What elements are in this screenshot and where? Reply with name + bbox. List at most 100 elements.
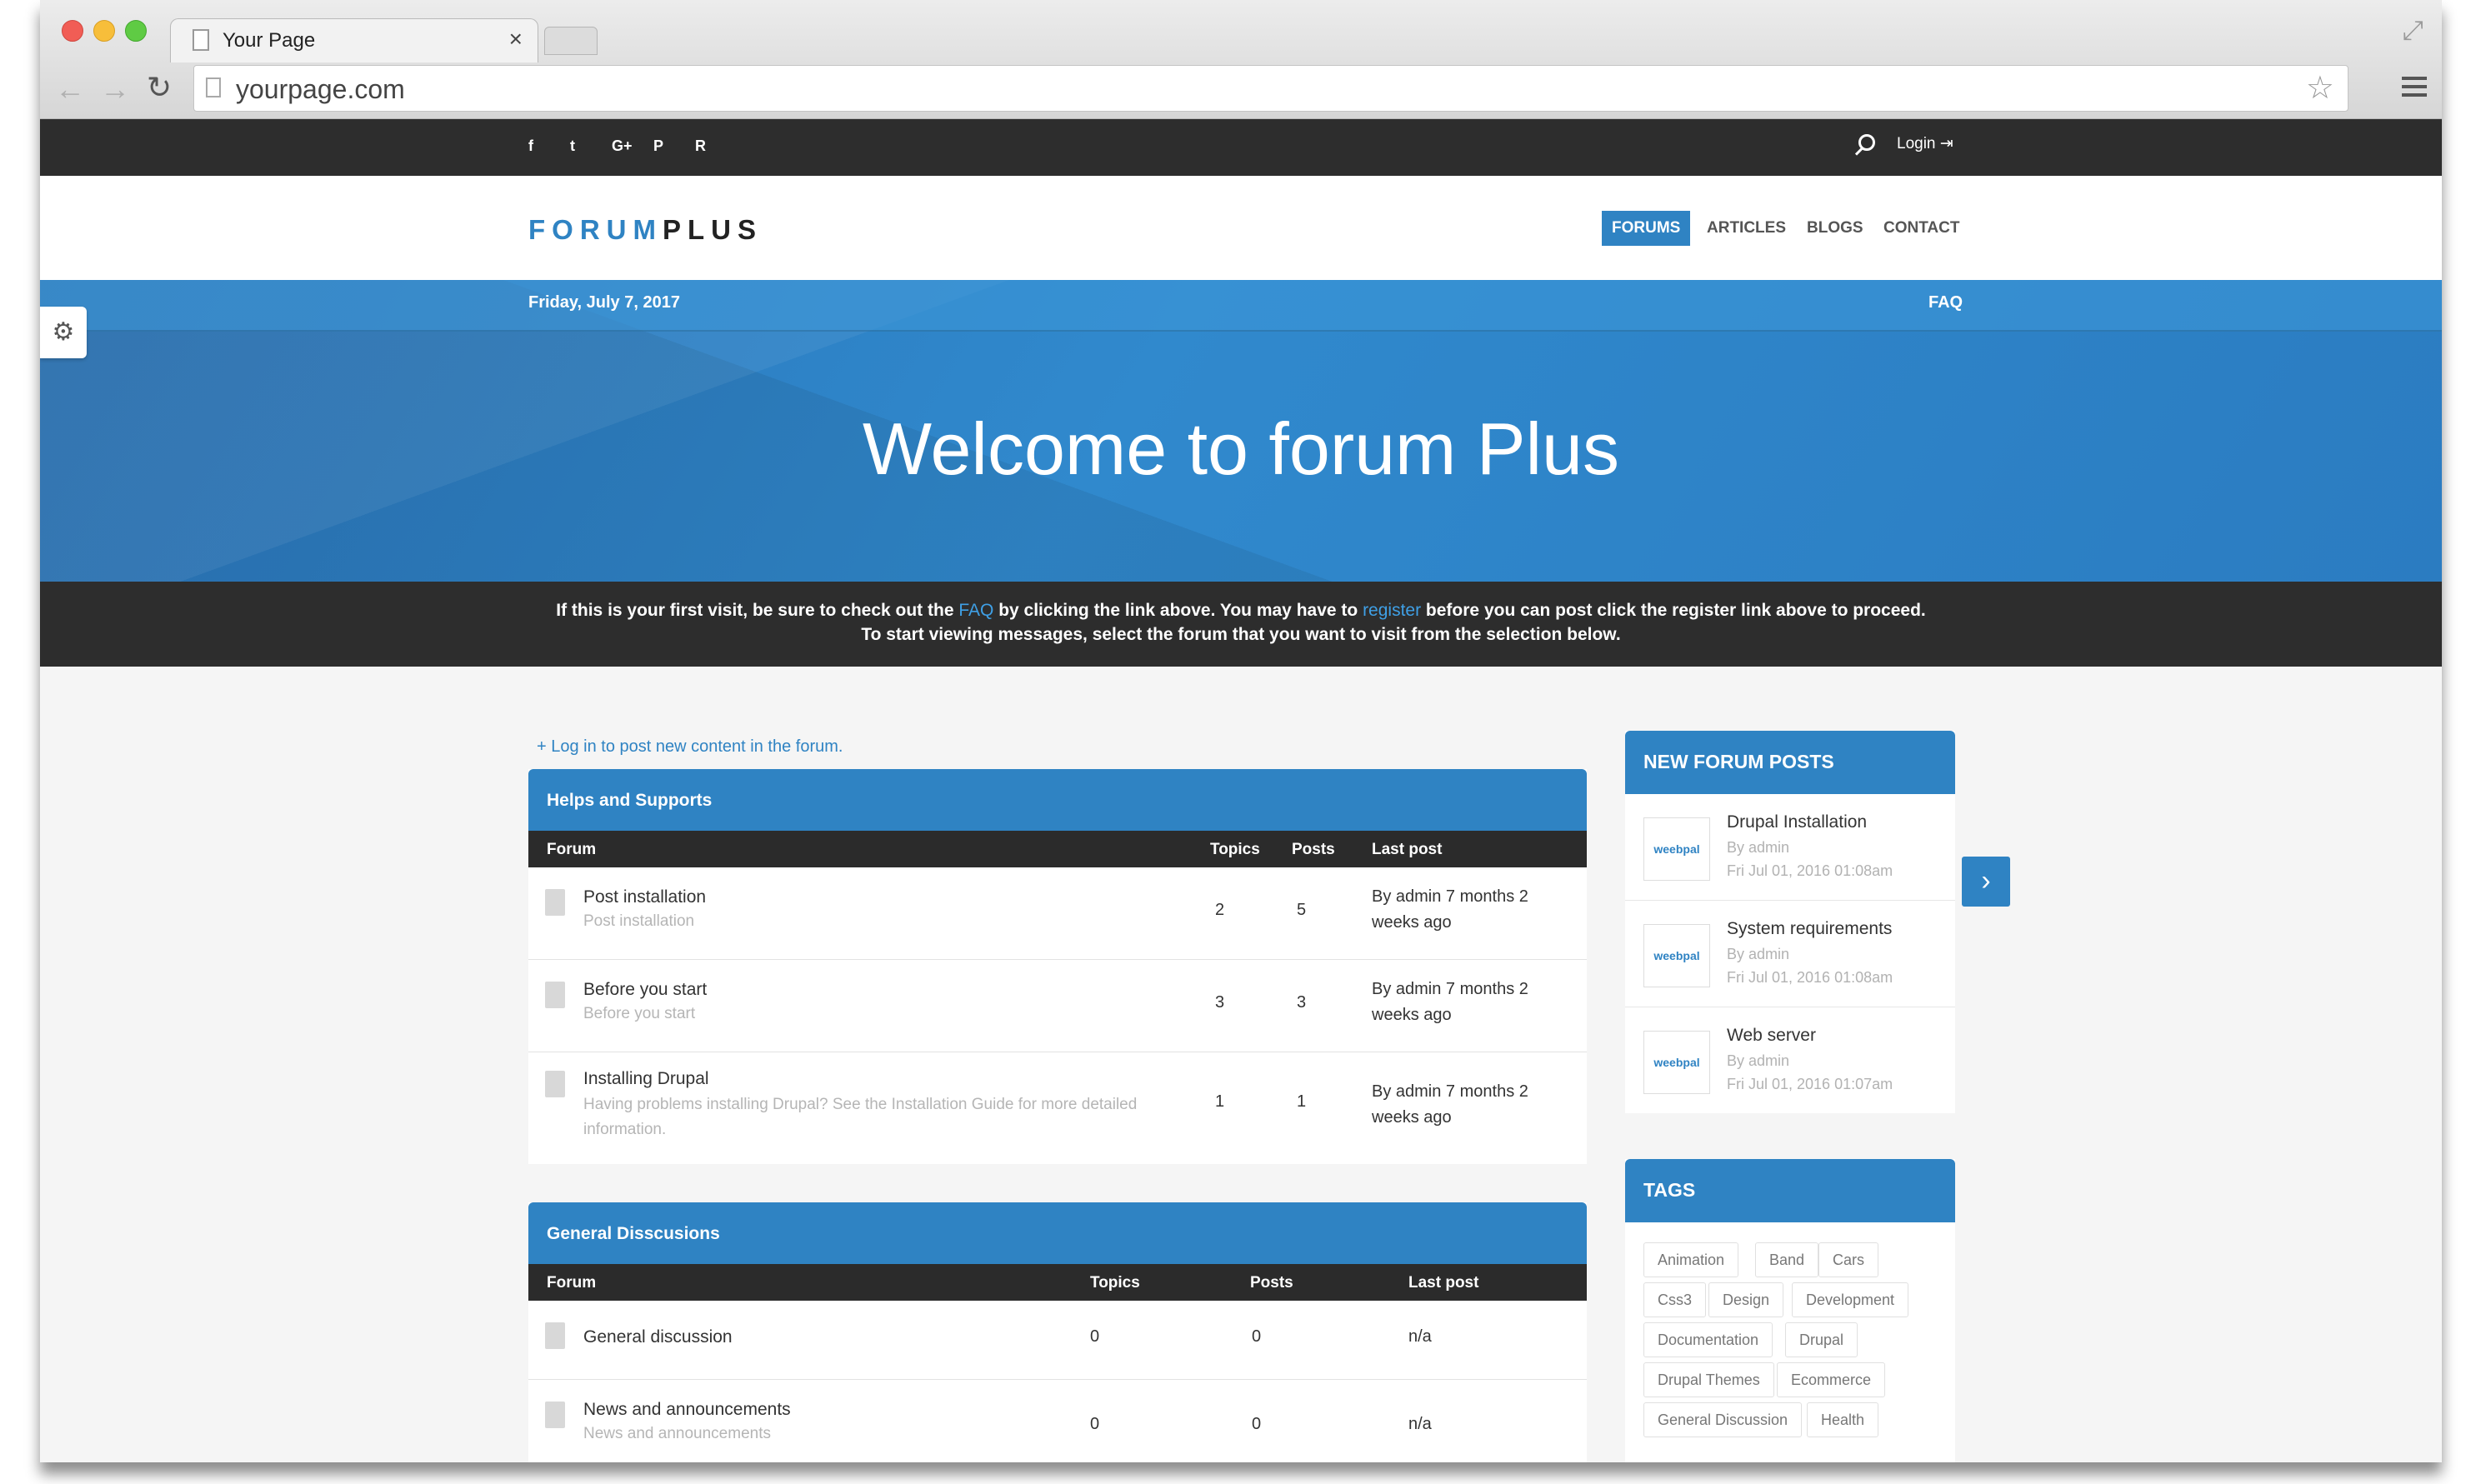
topics-count: 1: [1215, 1092, 1225, 1111]
last-post-line2: weeks ago: [1372, 1006, 1452, 1024]
tag-band[interactable]: Band: [1755, 1242, 1819, 1277]
new-tab-button[interactable]: [544, 27, 598, 55]
tag-documentation[interactable]: Documentation: [1643, 1322, 1773, 1357]
browser-tab[interactable]: Your Page ×: [170, 18, 538, 62]
nav-contact[interactable]: CONTACT: [1883, 219, 1959, 237]
gear-icon[interactable]: ⚙: [40, 307, 87, 358]
site-logo[interactable]: FORUMPLUS: [528, 214, 763, 246]
widget-header: TAGS: [1625, 1159, 1955, 1222]
last-post: By admin 7 months 2 weeks ago: [1372, 977, 1528, 1028]
topics-count: 2: [1215, 901, 1225, 919]
table-row[interactable]: News and announcements News and announce…: [528, 1380, 1587, 1462]
minimize-window-button[interactable]: [93, 20, 115, 42]
forum-section-general: General Disscusions Forum Topics Posts L…: [528, 1202, 1587, 1462]
widget-title: NEW FORUM POSTS: [1643, 751, 1834, 772]
rss-icon[interactable]: R: [695, 137, 706, 155]
posts-count: 0: [1252, 1327, 1262, 1346]
close-window-button[interactable]: [62, 20, 83, 42]
post-title[interactable]: Web server: [1727, 1026, 1816, 1046]
nav-articles[interactable]: ARTICLES: [1707, 219, 1786, 237]
last-post-line2: weeks ago: [1372, 1108, 1452, 1127]
chevron-right-icon[interactable]: ›: [1962, 857, 2010, 907]
section-title: Helps and Supports: [547, 791, 713, 810]
twitter-icon[interactable]: t: [570, 137, 575, 155]
forum-doc-icon: [545, 1402, 565, 1428]
faq-link[interactable]: FAQ: [1928, 293, 1963, 312]
posts-count: 3: [1297, 993, 1307, 1012]
post-thumbnail: weebpal: [1643, 924, 1710, 987]
col-last-post: Last post: [1408, 1274, 1479, 1292]
forum-title[interactable]: Post installation: [583, 887, 706, 907]
notice-text: before you can post click the register l…: [1421, 601, 1926, 620]
forum-title[interactable]: Installing Drupal: [583, 1069, 709, 1089]
post-thumbnail: weebpal: [1643, 1031, 1710, 1094]
section-header: General Disscusions: [528, 1202, 1587, 1264]
forum-title[interactable]: News and announcements: [583, 1400, 791, 1420]
table-row[interactable]: Installing Drupal Having problems instal…: [528, 1052, 1587, 1164]
forum-desc: Post installation: [583, 912, 695, 930]
table-row[interactable]: General discussion 0 0 n/a: [528, 1301, 1587, 1380]
notice-text: If this is your first visit, be sure to …: [556, 601, 959, 620]
posts-count: 0: [1252, 1415, 1262, 1433]
new-forum-posts-widget: NEW FORUM POSTS weebpal Drupal Installat…: [1625, 731, 1955, 1113]
list-item[interactable]: weebpal System requirements By admin Fri…: [1625, 901, 1955, 1007]
fullscreen-icon[interactable]: ⤢: [2402, 15, 2423, 47]
nav-blogs[interactable]: BLOGS: [1807, 219, 1863, 237]
tag-general-discussion[interactable]: General Discussion: [1643, 1402, 1803, 1437]
zoom-window-button[interactable]: [125, 20, 147, 42]
date-bar: Friday, July 7, 2017 FAQ: [40, 280, 2442, 332]
list-item[interactable]: weebpal Drupal Installation By admin Fri…: [1625, 794, 1955, 901]
search-icon[interactable]: [1858, 134, 1875, 151]
table-row[interactable]: Post installation Post installation 2 5 …: [528, 867, 1587, 960]
notice-register-link[interactable]: register: [1363, 601, 1421, 620]
forum-doc-icon: [545, 1322, 565, 1349]
widget-header: NEW FORUM POSTS: [1625, 731, 1955, 794]
col-topics: Topics: [1090, 1274, 1140, 1292]
tab-close-icon[interactable]: ×: [509, 26, 523, 52]
login-to-post-link[interactable]: + Log in to post new content in the foru…: [537, 737, 843, 757]
last-post: By admin 7 months 2 weeks ago: [1372, 884, 1528, 936]
welcome-notice: If this is your first visit, be sure to …: [40, 582, 2442, 667]
browser-menu-icon[interactable]: [2402, 77, 2427, 97]
bookmark-star-icon[interactable]: ☆: [2306, 69, 2334, 107]
page-icon: [193, 29, 209, 51]
last-post: n/a: [1408, 1327, 1432, 1346]
nav-forums[interactable]: FORUMS: [1602, 211, 1691, 246]
forward-arrow-icon[interactable]: →: [100, 72, 130, 107]
forum-title[interactable]: Before you start: [583, 980, 707, 1000]
tag-cars[interactable]: Cars: [1818, 1242, 1879, 1277]
tag-ecommerce[interactable]: Ecommerce: [1777, 1362, 1886, 1397]
topics-count: 0: [1090, 1327, 1100, 1346]
tag-health[interactable]: Health: [1807, 1402, 1879, 1437]
post-thumbnail: weebpal: [1643, 817, 1710, 881]
list-item[interactable]: weebpal Web server By admin Fri Jul 01, …: [1625, 1007, 1955, 1113]
last-post-line2: weeks ago: [1372, 913, 1452, 932]
reload-icon[interactable]: ↻: [147, 70, 172, 105]
post-title[interactable]: System requirements: [1727, 919, 1892, 939]
notice-faq-link[interactable]: FAQ: [958, 601, 993, 620]
tag-design[interactable]: Design: [1708, 1282, 1784, 1317]
topics-count: 0: [1090, 1415, 1100, 1433]
login-link[interactable]: Login ⇥: [1897, 134, 1953, 153]
notice-text-line2: To start viewing messages, select the fo…: [861, 625, 1621, 644]
posts-count: 1: [1297, 1092, 1307, 1111]
pinterest-icon[interactable]: P: [653, 137, 663, 155]
address-bar[interactable]: yourpage.com ☆: [193, 65, 2348, 112]
google-plus-icon[interactable]: G+: [612, 137, 633, 155]
facebook-icon[interactable]: f: [528, 137, 533, 155]
tag-development[interactable]: Development: [1792, 1282, 1909, 1317]
forum-desc-line2: information.: [583, 1121, 667, 1138]
col-topics: Topics: [1210, 841, 1260, 858]
notice-text: by clicking the link above. You may have…: [993, 601, 1363, 620]
tag-drupal[interactable]: Drupal: [1785, 1322, 1858, 1357]
tag-animation[interactable]: Animation: [1643, 1242, 1739, 1277]
tag-drupal-themes[interactable]: Drupal Themes: [1643, 1362, 1774, 1397]
url-text[interactable]: yourpage.com: [236, 74, 405, 105]
last-post: n/a: [1408, 1415, 1432, 1433]
post-title[interactable]: Drupal Installation: [1727, 812, 1867, 832]
back-arrow-icon[interactable]: ←: [55, 72, 85, 107]
section-header: Helps and Supports: [528, 769, 1587, 831]
forum-title[interactable]: General discussion: [583, 1327, 733, 1347]
table-row[interactable]: Before you start Before you start 3 3 By…: [528, 960, 1587, 1052]
tag-css3[interactable]: Css3: [1643, 1282, 1707, 1317]
